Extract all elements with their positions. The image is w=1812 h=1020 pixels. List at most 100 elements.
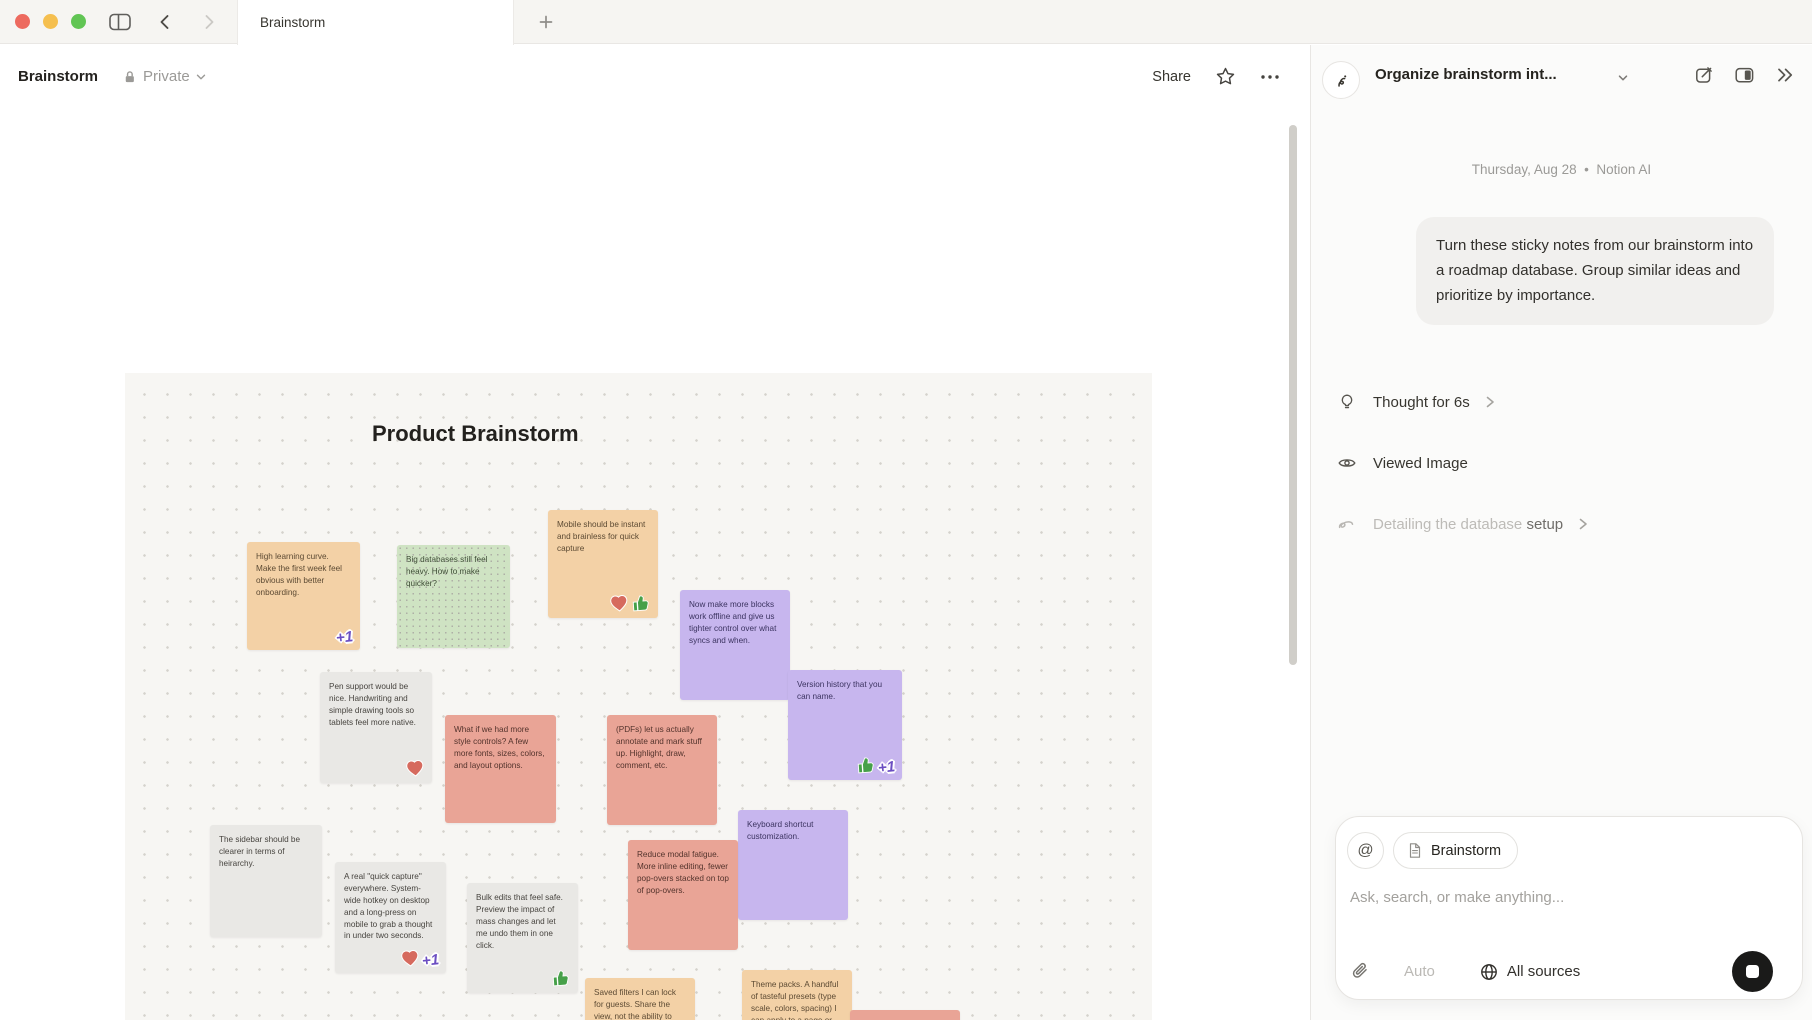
main-scrollbar[interactable]	[1289, 125, 1297, 665]
ai-step-label: Thought for 6s	[1373, 394, 1470, 411]
heart-sticker	[405, 758, 425, 778]
stop-generation-button[interactable]	[1732, 951, 1773, 992]
conversation-date-line: Thursday, Aug 28 • Notion AI	[1311, 162, 1812, 177]
context-chip-label: Brainstorm	[1431, 843, 1501, 859]
sticky-note-text: What if we had more style controls? A fe…	[445, 715, 556, 781]
ai-thread-title[interactable]: Organize brainstorm int...	[1375, 66, 1557, 83]
ai-panel-header: Organize brainstorm int...	[1311, 45, 1812, 108]
sticky-note-pen-support[interactable]: Pen support would be nice. Handwriting a…	[320, 672, 432, 783]
tab-title: Brainstorm	[260, 15, 325, 30]
sticky-note-text: High learning curve. Make the first week…	[247, 542, 360, 608]
sticky-note-text: Big databases still feel heavy. How to m…	[397, 545, 510, 599]
sticky-note-text: Theme packs. A handful of tasteful prese…	[742, 970, 852, 1020]
tab-bar: Brainstorm	[0, 0, 1812, 44]
chevron-right-icon	[1482, 394, 1498, 410]
share-button[interactable]: Share	[1152, 69, 1191, 85]
sources-selector[interactable]: All sources	[1479, 962, 1580, 982]
user-message-bubble: Turn these sticky notes from our brainst…	[1416, 217, 1774, 325]
thread-chevron-down-icon[interactable]	[1616, 71, 1630, 85]
zoom-window-button[interactable]	[71, 14, 86, 29]
more-options-icon[interactable]	[1260, 74, 1280, 80]
sticky-note-text: The sidebar should be clearer in terms o…	[210, 825, 322, 879]
sticky-note-text: (PDFs) let us actually annotate and mark…	[607, 715, 717, 781]
ai-prompt-input[interactable]	[1350, 889, 1770, 906]
thumbs-up-sticker	[856, 755, 876, 775]
sticky-note-partial-note[interactable]	[850, 1010, 960, 1020]
sticky-note-high-learning-curve[interactable]: High learning curve. Make the first week…	[247, 542, 360, 650]
sticky-note-text	[850, 1010, 960, 1020]
sticky-note-sidebar-hierarchy[interactable]: The sidebar should be clearer in terms o…	[210, 825, 322, 937]
sticky-note-text: Saved filters I can lock for guests. Sha…	[585, 978, 695, 1020]
thumbs-up-sticker	[551, 968, 571, 988]
collapse-panel-double-chevron-icon[interactable]	[1775, 65, 1796, 85]
tab-brainstorm[interactable]: Brainstorm	[237, 0, 514, 45]
ai-step-label: Viewed Image	[1373, 455, 1468, 472]
notion-window: Brainstorm Brainstorm Private Share Brai…	[0, 0, 1812, 1020]
sticky-note-pdf-annotation[interactable]: (PDFs) let us actually annotate and mark…	[607, 715, 717, 825]
plus-one-sticker: +1	[877, 759, 896, 776]
toggle-sidebar-icon[interactable]	[107, 11, 133, 33]
sticky-note-mobile-instant-capture[interactable]: Mobile should be instant and brainless f…	[548, 510, 658, 618]
breadcrumb-title[interactable]: Brainstorm	[18, 68, 98, 85]
sticky-note-bulk-edits[interactable]: Bulk edits that feel safe. Preview the i…	[467, 883, 578, 993]
attach-paperclip-icon[interactable]	[1350, 961, 1371, 982]
sticky-note-text: A real "quick capture" everywhere. Syste…	[335, 862, 446, 951]
chevron-right-icon	[1575, 516, 1591, 532]
sticky-note-modal-fatigue[interactable]: Reduce modal fatigue. More inline editin…	[628, 840, 738, 950]
lock-icon	[122, 69, 138, 85]
sticky-note-quick-capture[interactable]: A real "quick capture" everywhere. Syste…	[335, 862, 446, 973]
doc-header: Brainstorm Private Share	[0, 45, 1310, 108]
whiteboard-canvas[interactable]: Product Brainstorm High learning curve. …	[125, 373, 1152, 1020]
favorite-star-icon[interactable]	[1215, 66, 1236, 87]
toggle-panel-icon[interactable]	[1734, 65, 1755, 85]
sticky-note-text: Now make more blocks work offline and gi…	[680, 590, 790, 656]
chevron-down-icon	[195, 71, 207, 83]
sticky-note-offline-blocks[interactable]: Now make more blocks work offline and gi…	[680, 590, 790, 700]
mention-button[interactable]: @	[1347, 832, 1384, 869]
ai-step-eye[interactable]: Viewed Image	[1337, 451, 1777, 475]
lightbulb-icon	[1337, 392, 1357, 412]
sticky-note-big-databases[interactable]: Big databases still feel heavy. How to m…	[397, 545, 510, 648]
sticky-note-text: Bulk edits that feel safe. Preview the i…	[467, 883, 578, 960]
new-chat-compose-icon[interactable]	[1694, 65, 1714, 85]
ai-composer[interactable]: @ Brainstorm Auto All sources	[1335, 816, 1803, 1000]
context-chip-brainstorm[interactable]: Brainstorm	[1393, 832, 1518, 869]
stop-icon	[1746, 965, 1759, 978]
heart-sticker	[609, 593, 629, 613]
scribble-icon	[1337, 514, 1357, 534]
sources-label: All sources	[1507, 963, 1580, 980]
globe-icon	[1479, 962, 1499, 982]
plus-one-sticker: +1	[335, 629, 354, 646]
document-area: Brainstorm Product Brainstorm High learn…	[0, 108, 1310, 1020]
ai-step-label: Detailing the database setup	[1373, 516, 1563, 533]
notion-ai-face-icon	[1322, 61, 1360, 99]
sticky-note-saved-filters[interactable]: Saved filters I can lock for guests. Sha…	[585, 978, 695, 1020]
sticky-note-version-history[interactable]: Version history that you can name. +1	[788, 670, 902, 780]
plus-one-sticker: +1	[421, 952, 440, 969]
page-icon	[1407, 842, 1423, 859]
sticky-note-theme-packs[interactable]: Theme packs. A handful of tasteful prese…	[742, 970, 852, 1020]
forward-icon[interactable]	[196, 11, 222, 33]
privacy-label: Private	[143, 68, 190, 85]
ai-steps: Thought for 6s Viewed Image Detailing the …	[1337, 390, 1777, 573]
mode-selector[interactable]: Auto	[1404, 963, 1435, 980]
ai-step-lightbulb[interactable]: Thought for 6s	[1337, 390, 1777, 414]
back-icon[interactable]	[152, 11, 178, 33]
sticky-note-style-controls[interactable]: What if we had more style controls? A fe…	[445, 715, 556, 823]
sticky-note-text: Version history that you can name.	[788, 670, 902, 712]
user-message-text: Turn these sticky notes from our brainst…	[1436, 237, 1753, 304]
ai-step-scribble[interactable]: Detailing the database setup	[1337, 512, 1777, 536]
heart-sticker	[400, 948, 420, 968]
close-window-button[interactable]	[15, 14, 30, 29]
at-symbol: @	[1357, 842, 1373, 860]
sticky-note-text: Pen support would be nice. Handwriting a…	[320, 672, 432, 738]
thumbs-up-sticker	[631, 593, 651, 613]
sticky-note-text: Reduce modal fatigue. More inline editin…	[628, 840, 738, 906]
minimize-window-button[interactable]	[43, 14, 58, 29]
privacy-control[interactable]: Private	[122, 68, 207, 85]
new-tab-button[interactable]	[532, 8, 560, 36]
sticky-note-keyboard-shortcuts[interactable]: Keyboard shortcut customization.	[738, 810, 848, 920]
sticky-note-text: Keyboard shortcut customization.	[738, 810, 848, 852]
board-title[interactable]: Product Brainstorm	[372, 421, 579, 447]
eye-icon	[1337, 453, 1357, 473]
